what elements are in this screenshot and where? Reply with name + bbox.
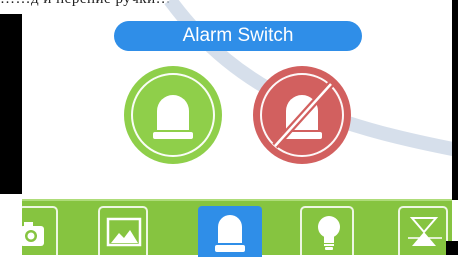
tab-camera[interactable]: [18, 206, 58, 257]
left-frame-edge: [0, 14, 22, 194]
bottom-tab-bar: [18, 199, 452, 257]
top-cropped-strip: ……д и нерение ручки…: [0, 0, 458, 20]
cropped-text: ……д и нерение ручки…: [0, 0, 171, 8]
tab-light[interactable]: [300, 206, 354, 257]
lightbulb-icon: [318, 216, 340, 250]
siren-off-icon: [272, 81, 334, 149]
right-frame-edge: [452, 0, 458, 200]
gallery-icon: [106, 217, 142, 247]
alarm-off-button[interactable]: [253, 66, 351, 164]
tab-alarm[interactable]: [198, 206, 262, 257]
page-title: Alarm Switch: [114, 21, 362, 51]
hourglass-icon: [408, 217, 442, 246]
bottom-right-frame-edge: [446, 241, 458, 255]
camera-icon: [20, 222, 44, 246]
siren-icon: [153, 95, 193, 139]
alarm-on-button[interactable]: [124, 66, 222, 164]
tab-timer[interactable]: [398, 206, 448, 257]
alarm-icon: [215, 215, 245, 252]
tab-gallery[interactable]: [98, 206, 148, 257]
